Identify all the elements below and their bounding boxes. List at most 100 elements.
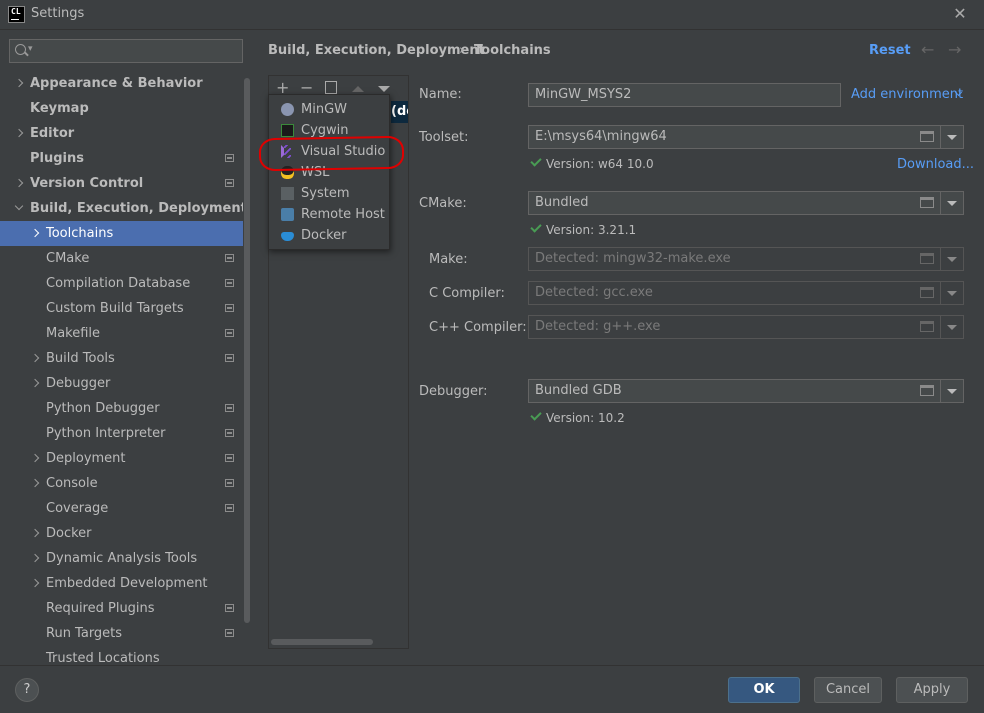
toolchain-list-scrollbar[interactable] (271, 639, 373, 645)
folder-icon[interactable] (920, 385, 934, 396)
folder-icon[interactable] (920, 197, 934, 208)
ok-button[interactable]: OK (728, 677, 800, 703)
sidebar-item[interactable]: Docker (0, 521, 251, 546)
cmake-version: Version: 3.21.1 (546, 223, 637, 237)
folder-icon[interactable] (920, 287, 934, 298)
sidebar-item[interactable]: Editor (0, 121, 251, 146)
make-combobox[interactable]: Detected: mingw32-make.exe (528, 247, 964, 271)
chevron-right-icon[interactable] (14, 178, 24, 188)
reset-link[interactable]: Reset (869, 43, 911, 58)
name-input[interactable]: MinGW_MSYS2 (528, 83, 841, 107)
add-toolchain-menu: MinGW Cygwin Visual Studio WSL System Remote … (268, 94, 390, 250)
chevron-right-icon[interactable] (14, 128, 24, 138)
sidebar-item[interactable]: Makefile (0, 321, 251, 346)
sidebar-item-label: Plugins (30, 151, 84, 166)
window-title: Settings (31, 6, 85, 21)
apply-button[interactable]: Apply (896, 677, 968, 703)
menu-item[interactable]: System (269, 183, 389, 204)
toolchain-list-item[interactable]: (de (391, 101, 408, 123)
sidebar-item-label: Coverage (46, 501, 109, 516)
chevron-right-icon[interactable] (30, 553, 40, 563)
search-icon (15, 44, 26, 55)
breadcrumb-parent[interactable]: Build, Execution, Deployment (268, 43, 485, 58)
menu-item[interactable]: Remote Host (269, 204, 389, 225)
sidebar-item[interactable]: Toolchains (0, 221, 251, 246)
cmake-combobox[interactable]: Bundled (528, 191, 964, 215)
sidebar-item[interactable]: Build, Execution, Deployment (0, 196, 251, 221)
sidebar-item[interactable]: Python Interpreter (0, 421, 251, 446)
dropdown-arrow-icon[interactable] (947, 135, 957, 140)
cpp-compiler-combobox[interactable]: Detected: g++.exe (528, 315, 964, 339)
menu-item[interactable]: Docker (269, 225, 389, 246)
chevron-down-icon[interactable] (14, 201, 24, 211)
sidebar-item-label: Python Debugger (46, 401, 160, 416)
download-link[interactable]: Download... (897, 157, 974, 172)
back-arrow-icon[interactable]: ← (921, 40, 934, 59)
sidebar-item[interactable]: Embedded Development (0, 571, 251, 596)
sidebar-item[interactable]: Version Control (0, 171, 251, 196)
sidebar-item[interactable]: Run Targets (0, 621, 251, 646)
sidebar-item[interactable]: Debugger (0, 371, 251, 396)
sidebar-item-label: Debugger (46, 376, 111, 391)
add-environment-link[interactable]: Add environment (851, 87, 963, 102)
chevron-right-icon[interactable] (30, 378, 40, 388)
sidebar-item[interactable]: Console (0, 471, 251, 496)
folder-icon[interactable] (920, 253, 934, 264)
project-settings-icon (225, 179, 234, 187)
copy-icon[interactable] (325, 81, 337, 94)
menu-item-label: Docker (301, 228, 347, 243)
dropdown-arrow-icon[interactable] (947, 257, 957, 262)
sidebar-item[interactable]: Plugins (0, 146, 251, 171)
forward-arrow-icon[interactable]: → (948, 40, 961, 59)
toolset-combobox[interactable]: E:\msys64\mingw64 (528, 125, 964, 149)
move-up-icon[interactable] (352, 86, 364, 92)
project-settings-icon (225, 404, 234, 412)
cancel-button[interactable]: Cancel (814, 677, 882, 703)
dropdown-arrow-icon[interactable] (947, 291, 957, 296)
dropdown-arrow-icon[interactable] (947, 389, 957, 394)
chevron-right-icon[interactable] (30, 478, 40, 488)
chevron-right-icon[interactable] (30, 353, 40, 363)
sidebar-item-label: Makefile (46, 326, 101, 341)
sidebar-item[interactable]: Build Tools (0, 346, 251, 371)
make-placeholder: Detected: mingw32-make.exe (535, 251, 731, 266)
chevron-right-icon[interactable] (30, 228, 40, 238)
toolset-value: E:\msys64\mingw64 (535, 129, 667, 144)
chevron-right-icon[interactable] (14, 78, 24, 88)
folder-icon[interactable] (920, 131, 934, 142)
sidebar-item[interactable]: Appearance & Behavior (0, 71, 251, 96)
c-compiler-combobox[interactable]: Detected: gcc.exe (528, 281, 964, 305)
dropdown-arrow-icon[interactable] (947, 201, 957, 206)
sidebar-item-label: Trusted Locations (46, 651, 160, 666)
sidebar-item[interactable]: Keymap (0, 96, 251, 121)
sidebar-item-label: Docker (46, 526, 92, 541)
sidebar-item[interactable]: Deployment (0, 446, 251, 471)
sidebar-item[interactable]: CMake (0, 246, 251, 271)
menu-item[interactable]: MinGW (269, 99, 389, 120)
sidebar-item[interactable]: Required Plugins (0, 596, 251, 621)
sidebar-item[interactable]: Trusted Locations (0, 646, 251, 671)
close-icon[interactable]: ✕ (950, 4, 970, 24)
chevron-right-icon[interactable] (30, 578, 40, 588)
sidebar-item-label: Deployment (46, 451, 126, 466)
sidebar-item[interactable]: Python Debugger (0, 396, 251, 421)
sidebar-scrollbar-thumb[interactable] (244, 78, 250, 623)
help-button[interactable]: ? (15, 678, 39, 702)
move-down-icon[interactable] (378, 86, 390, 92)
folder-icon[interactable] (920, 321, 934, 332)
chevron-right-icon[interactable] (30, 528, 40, 538)
sidebar-item[interactable]: Dynamic Analysis Tools (0, 546, 251, 571)
dropdown-arrow-icon[interactable] (947, 325, 957, 330)
gnu-icon (281, 103, 294, 116)
check-icon (530, 409, 542, 421)
project-settings-icon (225, 629, 234, 637)
footer-divider (0, 665, 984, 666)
docker-icon (281, 232, 294, 241)
settings-search-input[interactable]: ▾ (9, 39, 243, 63)
debugger-combobox[interactable]: Bundled GDB (528, 379, 964, 403)
sidebar-item[interactable]: Coverage (0, 496, 251, 521)
chevron-right-icon[interactable] (30, 453, 40, 463)
toolset-label: Toolset: (419, 130, 469, 145)
sidebar-item[interactable]: Custom Build Targets (0, 296, 251, 321)
sidebar-item[interactable]: Compilation Database (0, 271, 251, 296)
